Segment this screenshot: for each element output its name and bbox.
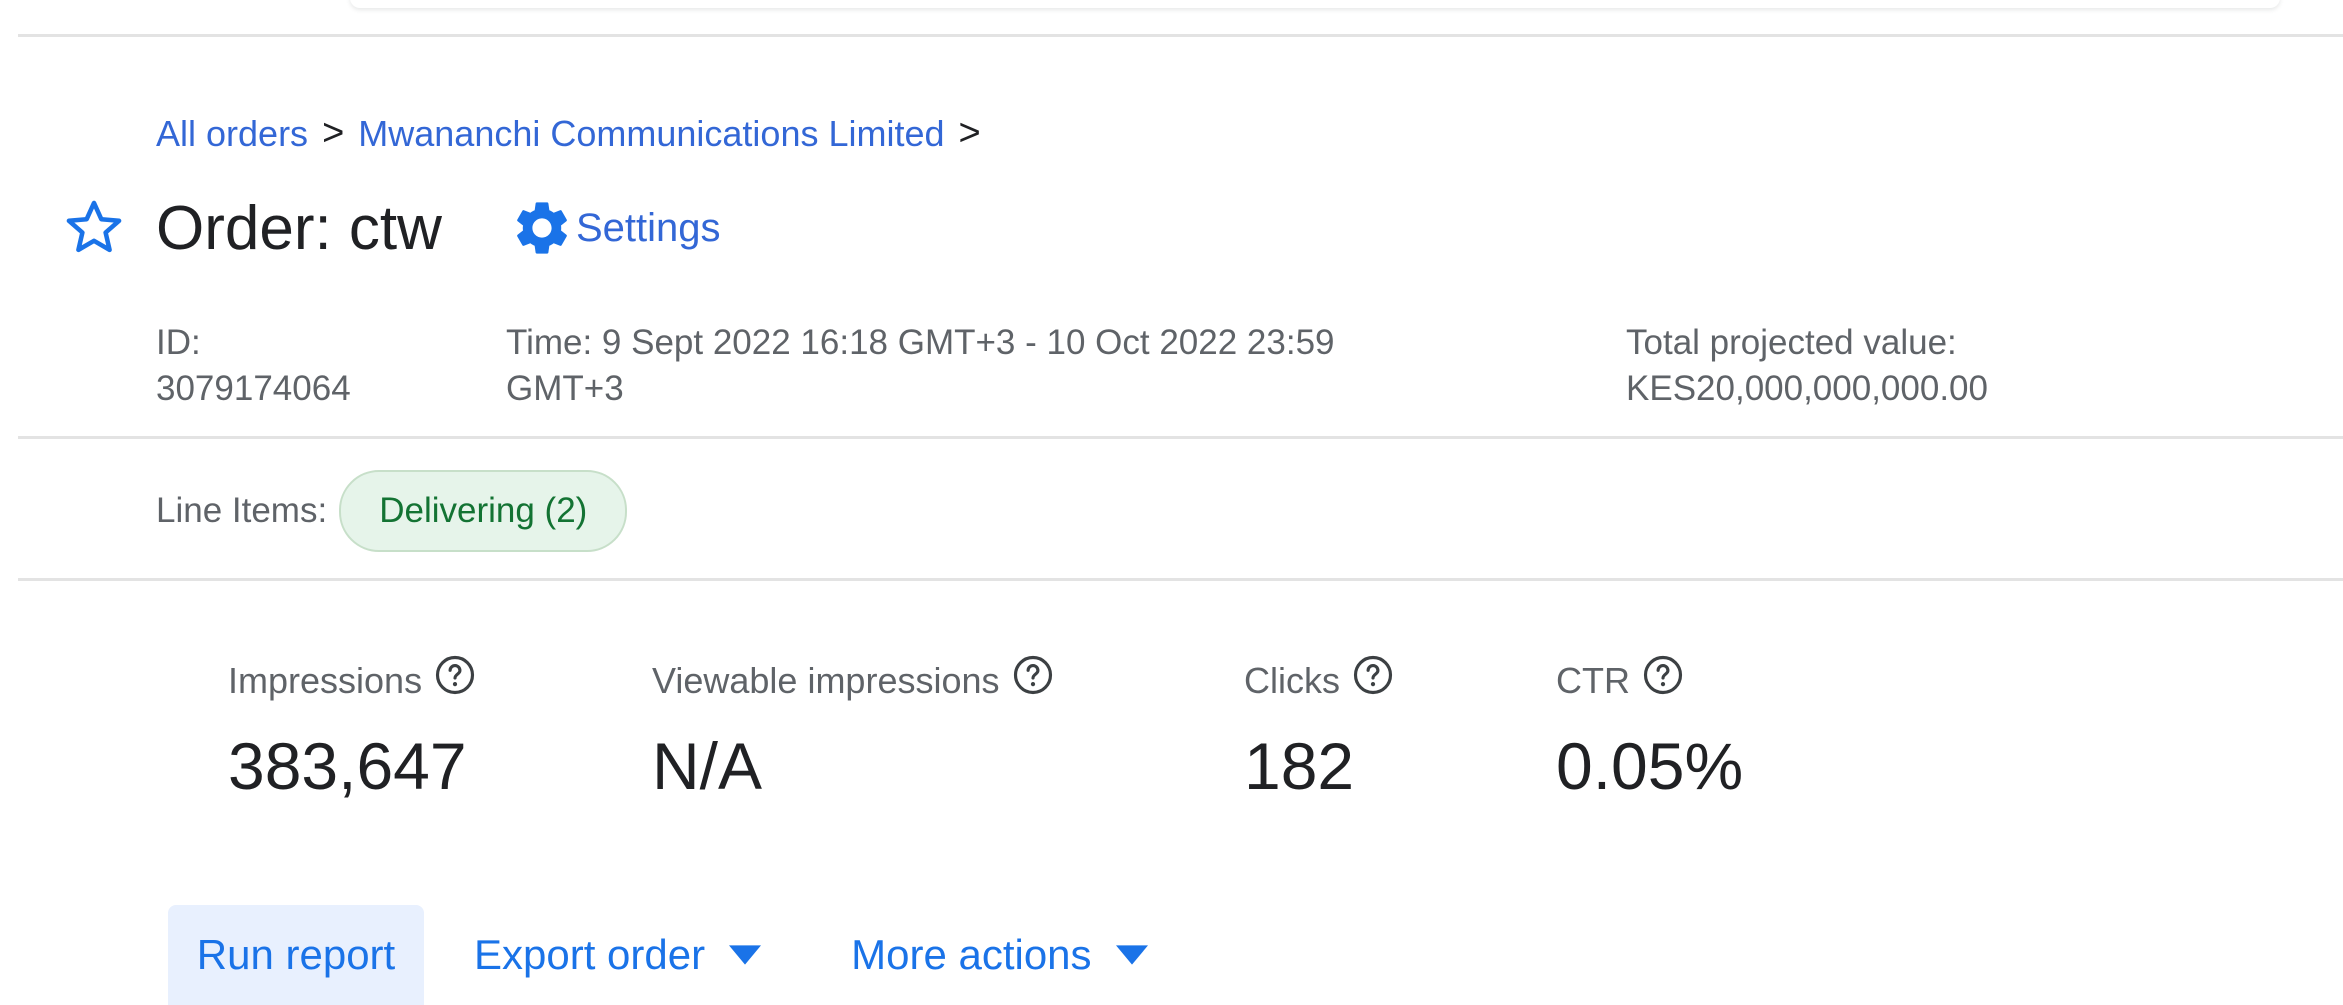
order-id-value: 3079174064 — [156, 369, 351, 408]
action-bar: Run report Export order More actions — [168, 905, 1148, 1005]
stat-label-row: Impressions — [228, 655, 476, 702]
settings-link[interactable]: Settings — [510, 196, 721, 260]
divider — [18, 34, 2343, 37]
order-time: Time: 9 Sept 2022 16:18 GMT+3 - 10 Oct 2… — [506, 320, 1335, 412]
stat-label-row: Viewable impressions — [652, 655, 1054, 702]
previous-card-edge — [350, 0, 2280, 8]
stat-label: Clicks — [1244, 660, 1340, 701]
export-order-label: Export order — [474, 931, 706, 978]
stat-label: Impressions — [228, 660, 423, 701]
stat-label: CTR — [1556, 660, 1630, 701]
help-icon[interactable] — [1642, 654, 1684, 696]
more-actions-label: More actions — [851, 931, 1092, 978]
projected-value-amount: KES20,000,000,000.00 — [1626, 369, 1988, 408]
divider — [18, 436, 2343, 439]
settings-label: Settings — [575, 205, 721, 250]
stat-value: N/A — [652, 729, 763, 803]
order-time-line: Time: 9 Sept 2022 16:18 GMT+3 - 10 Oct 2… — [506, 323, 1335, 362]
projected-value-label: Total projected value: — [1626, 323, 1957, 362]
caret-down-icon — [729, 945, 762, 965]
breadcrumb-separator: > — [322, 112, 345, 154]
gear-icon — [517, 202, 567, 254]
help-icon[interactable] — [1012, 654, 1054, 696]
title-row: Order: ctw Settings — [62, 188, 720, 268]
stat-label-row: Clicks — [1244, 655, 1394, 702]
stat-viewable-impressions: Viewable impressions N/A — [652, 655, 1054, 804]
export-order-button[interactable]: Export order — [474, 931, 762, 979]
breadcrumb-separator: > — [958, 112, 981, 154]
order-time-line: GMT+3 — [506, 369, 624, 408]
stat-label: Viewable impressions — [652, 660, 1000, 701]
stat-impressions: Impressions 383,647 — [228, 655, 476, 804]
order-id-label: ID: — [156, 323, 201, 362]
line-items-row: Line Items: Delivering (2) — [156, 470, 628, 552]
more-actions-button[interactable]: More actions — [851, 931, 1148, 979]
page-title: Order: ctw — [156, 193, 442, 263]
caret-down-icon — [1115, 945, 1148, 965]
divider — [18, 578, 2343, 581]
order-detail-page: All orders > Mwananchi Communications Li… — [0, 0, 2343, 1005]
line-items-label: Line Items: — [156, 491, 328, 530]
breadcrumb-advertiser[interactable]: Mwananchi Communications Limited — [358, 113, 944, 155]
stat-clicks: Clicks 182 — [1244, 655, 1394, 804]
help-icon[interactable] — [1352, 654, 1394, 696]
run-report-button[interactable]: Run report — [168, 905, 424, 1005]
stat-ctr: CTR 0.05% — [1556, 655, 1744, 804]
stat-value: 182 — [1244, 729, 1355, 803]
delivering-chip[interactable]: Delivering (2) — [339, 470, 628, 552]
order-id: ID: 3079174064 — [156, 320, 351, 412]
breadcrumb: All orders > Mwananchi Communications Li… — [156, 112, 995, 155]
stat-value: 383,647 — [228, 729, 467, 803]
breadcrumb-all-orders[interactable]: All orders — [156, 113, 308, 155]
star-icon[interactable] — [62, 196, 126, 260]
stat-value: 0.05% — [1556, 729, 1744, 803]
projected-value: Total projected value: KES20,000,000,000… — [1626, 320, 1988, 412]
stat-label-row: CTR — [1556, 655, 1743, 702]
help-icon[interactable] — [434, 654, 476, 696]
